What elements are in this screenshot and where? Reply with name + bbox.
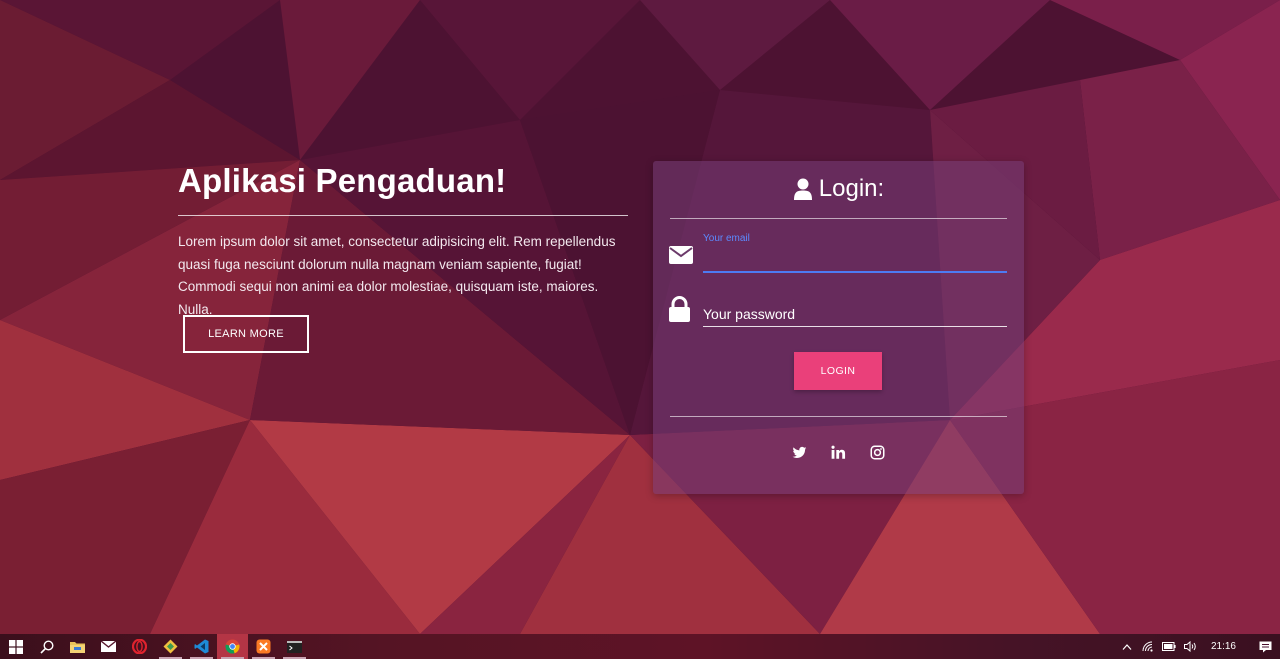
twitter-icon[interactable]	[792, 445, 807, 460]
git-icon[interactable]	[155, 634, 186, 659]
battery-icon[interactable]	[1159, 634, 1180, 659]
hero-section: Aplikasi Pengaduan! Lorem ipsum dolor si…	[178, 160, 628, 353]
xampp-icon[interactable]	[248, 634, 279, 659]
search-icon[interactable]	[31, 634, 62, 659]
password-input[interactable]	[703, 301, 1007, 327]
mail-icon[interactable]	[93, 634, 124, 659]
login-card: Login: Your email LOGIN	[653, 161, 1024, 494]
social-links	[653, 445, 1024, 460]
login-title: Login:	[818, 175, 885, 202]
chevron-up-icon[interactable]	[1117, 634, 1138, 659]
opera-icon[interactable]	[124, 634, 155, 659]
envelope-icon	[669, 246, 693, 264]
login-top-divider	[670, 218, 1007, 219]
lock-icon	[669, 296, 690, 322]
hero-description: Lorem ipsum dolor sit amet, consectetur …	[178, 234, 616, 317]
instagram-icon[interactable]	[870, 445, 885, 460]
clock[interactable]: 21:16	[1201, 641, 1250, 652]
user-icon	[793, 178, 813, 200]
file-explorer-icon[interactable]	[62, 634, 93, 659]
learn-more-button[interactable]: LEARN MORE	[183, 315, 309, 353]
taskbar: 21:16	[0, 634, 1280, 659]
terminal-icon[interactable]	[279, 634, 310, 659]
linkedin-icon[interactable]	[831, 445, 846, 460]
login-header: Login:	[653, 175, 1024, 203]
volume-icon[interactable]	[1180, 634, 1201, 659]
login-bottom-divider	[670, 416, 1007, 417]
hero-title: Aplikasi Pengaduan!	[178, 162, 507, 199]
wifi-icon[interactable]	[1138, 634, 1159, 659]
hero-divider	[178, 215, 628, 216]
windows-start-icon[interactable]	[0, 634, 31, 659]
system-tray: 21:16	[1117, 634, 1280, 659]
email-input[interactable]	[703, 247, 1007, 273]
vscode-icon[interactable]	[186, 634, 217, 659]
chrome-icon[interactable]	[217, 634, 248, 659]
login-button[interactable]: LOGIN	[794, 352, 882, 390]
email-label: Your email	[703, 233, 750, 244]
notification-icon[interactable]	[1250, 634, 1280, 659]
